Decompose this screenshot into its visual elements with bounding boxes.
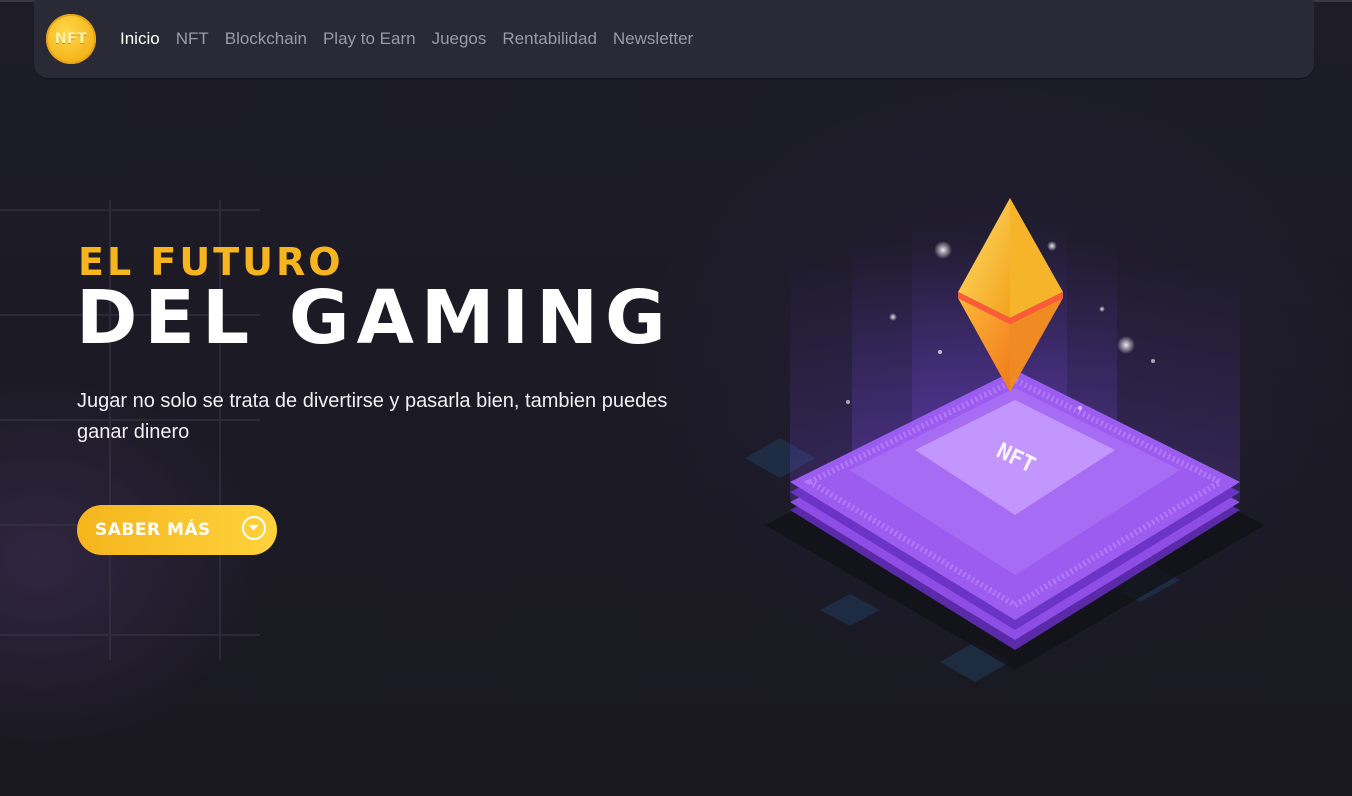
nav-item-nft[interactable]: NFT <box>176 29 209 49</box>
saber-mas-button[interactable]: SABER MÁS <box>77 505 277 555</box>
cta-label: SABER MÁS <box>95 520 211 540</box>
nav-item-rentabilidad[interactable]: Rentabilidad <box>502 29 597 49</box>
nav-item-inicio[interactable]: Inicio <box>120 29 160 49</box>
main-nav: Inicio NFT Blockchain Play to Earn Juego… <box>120 29 709 49</box>
hero-description: Jugar no solo se trata de divertirse y p… <box>77 390 668 443</box>
chevron-down-icon <box>242 516 266 540</box>
nav-item-blockchain[interactable]: Blockchain <box>225 29 307 49</box>
nft-chip-illustration: NFT <box>745 198 1265 682</box>
nav-item-juegos[interactable]: Juegos <box>432 29 487 49</box>
navbar: NFT Inicio NFT Blockchain Play to Earn J… <box>34 0 1314 78</box>
nft-logo[interactable]: NFT <box>46 14 96 64</box>
logo-text: NFT <box>54 31 88 47</box>
nav-item-play-to-earn[interactable]: Play to Earn <box>323 29 416 49</box>
nav-item-newsletter[interactable]: Newsletter <box>613 29 693 49</box>
hero-title: DEL GAMING <box>76 275 673 361</box>
